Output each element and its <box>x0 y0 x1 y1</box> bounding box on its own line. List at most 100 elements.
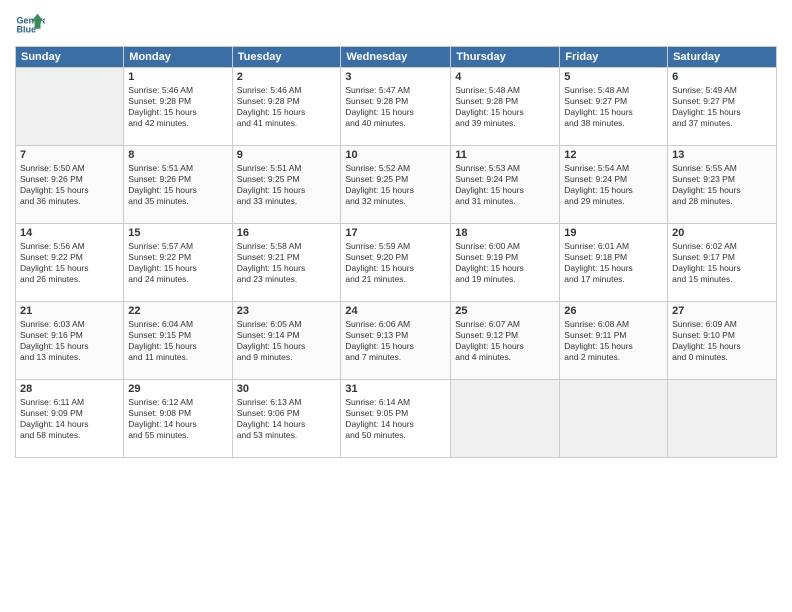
day-cell <box>16 68 124 146</box>
day-cell: 18 Sunrise: 6:00 AM Sunset: 9:19 PM Dayli… <box>451 224 560 302</box>
col-monday: Monday <box>124 47 232 68</box>
day-info: Sunrise: 5:50 AM Sunset: 9:26 PM Dayligh… <box>20 163 119 207</box>
day-number: 30 <box>237 383 337 395</box>
day-cell: 26 Sunrise: 6:08 AM Sunset: 9:11 PM Dayli… <box>560 302 668 380</box>
day-cell: 11 Sunrise: 5:53 AM Sunset: 9:24 PM Dayli… <box>451 146 560 224</box>
day-cell: 31 Sunrise: 6:14 AM Sunset: 9:05 PM Dayli… <box>341 380 451 458</box>
col-saturday: Saturday <box>668 47 777 68</box>
day-number: 31 <box>345 383 446 395</box>
day-cell: 2 Sunrise: 5:46 AM Sunset: 9:28 PM Daylig… <box>232 68 341 146</box>
day-info: Sunrise: 6:12 AM Sunset: 9:08 PM Dayligh… <box>128 397 227 441</box>
calendar-container: General Blue Sunday Monday Tuesday Wedne… <box>0 0 792 612</box>
day-number: 2 <box>237 71 337 83</box>
day-number: 4 <box>455 71 555 83</box>
col-wednesday: Wednesday <box>341 47 451 68</box>
day-cell <box>451 380 560 458</box>
day-number: 14 <box>20 227 119 239</box>
day-number: 20 <box>672 227 772 239</box>
day-info: Sunrise: 6:05 AM Sunset: 9:14 PM Dayligh… <box>237 319 337 363</box>
day-info: Sunrise: 5:51 AM Sunset: 9:25 PM Dayligh… <box>237 163 337 207</box>
day-number: 1 <box>128 71 227 83</box>
day-number: 5 <box>564 71 663 83</box>
day-number: 17 <box>345 227 446 239</box>
day-number: 27 <box>672 305 772 317</box>
day-info: Sunrise: 5:46 AM Sunset: 9:28 PM Dayligh… <box>128 85 227 129</box>
day-number: 12 <box>564 149 663 161</box>
day-info: Sunrise: 5:56 AM Sunset: 9:22 PM Dayligh… <box>20 241 119 285</box>
day-info: Sunrise: 5:46 AM Sunset: 9:28 PM Dayligh… <box>237 85 337 129</box>
day-number: 9 <box>237 149 337 161</box>
day-number: 18 <box>455 227 555 239</box>
logo: General Blue <box>15 10 45 40</box>
day-number: 25 <box>455 305 555 317</box>
day-number: 19 <box>564 227 663 239</box>
day-info: Sunrise: 6:03 AM Sunset: 9:16 PM Dayligh… <box>20 319 119 363</box>
day-info: Sunrise: 5:47 AM Sunset: 9:28 PM Dayligh… <box>345 85 446 129</box>
day-cell: 27Sunrise: 6:09 AM Sunset: 9:10 PM Dayli… <box>668 302 777 380</box>
week-row-3: 14 Sunrise: 5:56 AM Sunset: 9:22 PM Dayli… <box>16 224 777 302</box>
day-info: Sunrise: 6:06 AM Sunset: 9:13 PM Dayligh… <box>345 319 446 363</box>
day-number: 13 <box>672 149 772 161</box>
day-cell: 20 Sunrise: 6:02 AM Sunset: 9:17 PM Dayli… <box>668 224 777 302</box>
day-number: 22 <box>128 305 227 317</box>
day-cell: 6 Sunrise: 5:49 AM Sunset: 9:27 PM Daylig… <box>668 68 777 146</box>
week-row-2: 7Sunrise: 5:50 AM Sunset: 9:26 PM Daylig… <box>16 146 777 224</box>
day-cell: 29Sunrise: 6:12 AM Sunset: 9:08 PM Dayli… <box>124 380 232 458</box>
logo-icon: General Blue <box>15 10 45 40</box>
week-row-4: 21 Sunrise: 6:03 AM Sunset: 9:16 PM Dayli… <box>16 302 777 380</box>
day-number: 21 <box>20 305 119 317</box>
day-number: 10 <box>345 149 446 161</box>
day-cell: 30 Sunrise: 6:13 AM Sunset: 9:06 PM Dayli… <box>232 380 341 458</box>
day-cell: 8 Sunrise: 5:51 AM Sunset: 9:26 PM Daylig… <box>124 146 232 224</box>
day-info: Sunrise: 6:00 AM Sunset: 9:19 PM Dayligh… <box>455 241 555 285</box>
day-info: Sunrise: 6:08 AM Sunset: 9:11 PM Dayligh… <box>564 319 663 363</box>
day-info: Sunrise: 5:49 AM Sunset: 9:27 PM Dayligh… <box>672 85 772 129</box>
day-cell: 28 Sunrise: 6:11 AM Sunset: 9:09 PM Dayli… <box>16 380 124 458</box>
day-cell: 3 Sunrise: 5:47 AM Sunset: 9:28 PM Daylig… <box>341 68 451 146</box>
calendar-table: Sunday Monday Tuesday Wednesday Thursday… <box>15 46 777 458</box>
day-cell: 25Sunrise: 6:07 AM Sunset: 9:12 PM Dayli… <box>451 302 560 380</box>
day-number: 3 <box>345 71 446 83</box>
day-info: Sunrise: 5:48 AM Sunset: 9:27 PM Dayligh… <box>564 85 663 129</box>
day-number: 8 <box>128 149 227 161</box>
day-cell: 12Sunrise: 5:54 AM Sunset: 9:24 PM Dayli… <box>560 146 668 224</box>
day-cell: 9 Sunrise: 5:51 AM Sunset: 9:25 PM Daylig… <box>232 146 341 224</box>
day-cell: 24Sunrise: 6:06 AM Sunset: 9:13 PM Dayli… <box>341 302 451 380</box>
day-info: Sunrise: 6:11 AM Sunset: 9:09 PM Dayligh… <box>20 397 119 441</box>
day-info: Sunrise: 6:13 AM Sunset: 9:06 PM Dayligh… <box>237 397 337 441</box>
week-row-1: 1 Sunrise: 5:46 AM Sunset: 9:28 PM Daylig… <box>16 68 777 146</box>
day-cell: 4 Sunrise: 5:48 AM Sunset: 9:28 PM Daylig… <box>451 68 560 146</box>
day-number: 28 <box>20 383 119 395</box>
day-cell: 16Sunrise: 5:58 AM Sunset: 9:21 PM Dayli… <box>232 224 341 302</box>
day-number: 11 <box>455 149 555 161</box>
day-info: Sunrise: 5:48 AM Sunset: 9:28 PM Dayligh… <box>455 85 555 129</box>
day-info: Sunrise: 5:53 AM Sunset: 9:24 PM Dayligh… <box>455 163 555 207</box>
day-cell: 15Sunrise: 5:57 AM Sunset: 9:22 PM Dayli… <box>124 224 232 302</box>
day-info: Sunrise: 5:58 AM Sunset: 9:21 PM Dayligh… <box>237 241 337 285</box>
day-cell: 23 Sunrise: 6:05 AM Sunset: 9:14 PM Dayli… <box>232 302 341 380</box>
day-cell: 14 Sunrise: 5:56 AM Sunset: 9:22 PM Dayli… <box>16 224 124 302</box>
header-row: Sunday Monday Tuesday Wednesday Thursday… <box>16 47 777 68</box>
day-cell <box>560 380 668 458</box>
day-info: Sunrise: 6:04 AM Sunset: 9:15 PM Dayligh… <box>128 319 227 363</box>
day-info: Sunrise: 5:55 AM Sunset: 9:23 PM Dayligh… <box>672 163 772 207</box>
header: General Blue <box>15 10 777 40</box>
week-row-5: 28 Sunrise: 6:11 AM Sunset: 9:09 PM Dayli… <box>16 380 777 458</box>
day-number: 23 <box>237 305 337 317</box>
day-info: Sunrise: 5:51 AM Sunset: 9:26 PM Dayligh… <box>128 163 227 207</box>
day-cell: 7Sunrise: 5:50 AM Sunset: 9:26 PM Daylig… <box>16 146 124 224</box>
col-friday: Friday <box>560 47 668 68</box>
col-sunday: Sunday <box>16 47 124 68</box>
day-number: 15 <box>128 227 227 239</box>
day-number: 6 <box>672 71 772 83</box>
day-cell: 21 Sunrise: 6:03 AM Sunset: 9:16 PM Dayli… <box>16 302 124 380</box>
day-info: Sunrise: 5:59 AM Sunset: 9:20 PM Dayligh… <box>345 241 446 285</box>
day-info: Sunrise: 6:14 AM Sunset: 9:05 PM Dayligh… <box>345 397 446 441</box>
day-info: Sunrise: 5:52 AM Sunset: 9:25 PM Dayligh… <box>345 163 446 207</box>
day-cell: 17 Sunrise: 5:59 AM Sunset: 9:20 PM Dayli… <box>341 224 451 302</box>
day-cell: 22 Sunrise: 6:04 AM Sunset: 9:15 PM Dayli… <box>124 302 232 380</box>
day-info: Sunrise: 6:02 AM Sunset: 9:17 PM Dayligh… <box>672 241 772 285</box>
day-number: 26 <box>564 305 663 317</box>
day-cell: 13 Sunrise: 5:55 AM Sunset: 9:23 PM Dayli… <box>668 146 777 224</box>
svg-text:Blue: Blue <box>17 25 37 35</box>
